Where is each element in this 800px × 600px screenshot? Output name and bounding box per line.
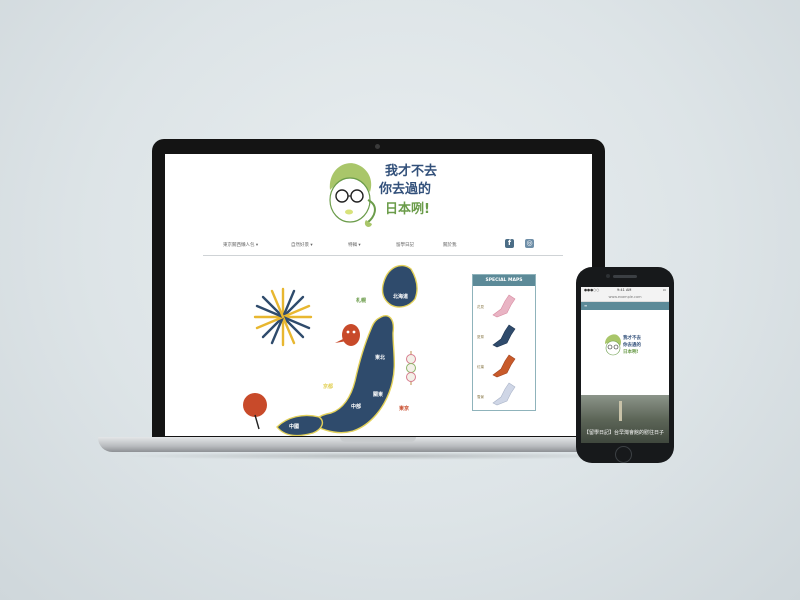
phone-home-button[interactable]	[615, 446, 632, 463]
phone-menu-bar: ≡	[581, 302, 669, 310]
map-label-tokyo[interactable]: 東京	[399, 405, 409, 412]
phone-logo-line-2: 你去過的	[623, 343, 641, 348]
phone-logo-face-icon	[605, 334, 621, 356]
status-time: 9:41 AM	[617, 288, 632, 292]
map-label-hokkaido[interactable]: 北海道	[393, 293, 408, 300]
logo-line-1: 我才不去	[385, 164, 438, 179]
logo-line-3: 日本咧!	[385, 202, 430, 217]
map-label-chubu[interactable]: 中部	[351, 403, 361, 410]
map-label-chugoku[interactable]: 中國	[289, 423, 299, 430]
japan-map-graphic	[243, 264, 418, 436]
phone-camera	[606, 274, 610, 278]
phone-article-title[interactable]: 【留學日記】台早灣會館的慰往日子	[584, 430, 666, 437]
site-logo[interactable]: 我才不去 你去過的 日本咧!	[322, 156, 442, 236]
laptop-screen: 我才不去 你去過的 日本咧! 東京關西懶人包 ▾ 自然好景 ▾ 特輯 ▾ 留學日…	[165, 154, 592, 436]
phone-mockup: ●●●○○ 9:41 AM ▭ www.example.com ≡ 我才不去 你…	[576, 267, 674, 463]
snow-map-icon[interactable]	[487, 381, 519, 407]
article-photo-object	[619, 401, 622, 421]
hamburger-menu-icon[interactable]: ≡	[584, 303, 587, 308]
phone-logo-line-1: 我才不去	[623, 336, 641, 341]
map-label-kyoto[interactable]: 京都	[323, 383, 333, 390]
map-label-kanto[interactable]: 關東	[373, 391, 383, 398]
special-maps-sidebar: SPECIAL MAPS 花見 夏祭 紅葉 雪景	[472, 274, 536, 411]
sidebar-map-label: 花見	[477, 305, 484, 309]
autumn-leaves-map-icon[interactable]	[487, 353, 519, 379]
nav-item-about[interactable]: 關於我	[443, 242, 457, 248]
logo-face-icon	[329, 163, 376, 227]
laptop-mockup: 我才不去 你去過的 日本咧! 東京關西懶人包 ▾ 自然好景 ▾ 特輯 ▾ 留學日…	[152, 139, 605, 439]
carrier-signal: ●●●○○	[584, 288, 600, 292]
sidebar-title: SPECIAL MAPS	[473, 275, 535, 286]
facebook-icon[interactable]: f	[505, 239, 514, 248]
laptop-base	[98, 437, 658, 452]
phone-screen: ●●●○○ 9:41 AM ▭ www.example.com ≡ 我才不去 你…	[581, 287, 669, 443]
summer-festival-map-icon[interactable]	[487, 323, 519, 349]
nav-item-kanto-kansai[interactable]: 東京關西懶人包 ▾	[223, 242, 258, 248]
laptop-shadow	[120, 452, 640, 460]
japan-map-illustration[interactable]: 札幌 北海道 東北 京都 中部 關東 東京 中國	[215, 259, 475, 436]
battery-icon: ▭	[662, 288, 666, 292]
laptop-camera	[375, 144, 380, 149]
instagram-icon[interactable]: ◎	[525, 239, 534, 248]
sidebar-map-label: 紅葉	[477, 365, 484, 369]
logo-line-2: 你去過的	[379, 182, 432, 197]
phone-site-logo[interactable]: 我才不去 你去過的 日本咧!	[603, 332, 649, 364]
laptop-notch	[340, 437, 416, 442]
nav-item-nature[interactable]: 自然好景 ▾	[291, 242, 313, 248]
main-nav: 東京關西懶人包 ▾ 自然好景 ▾ 特輯 ▾ 留學日記 關於我 f ◎	[203, 239, 563, 256]
status-bar: ●●●○○ 9:41 AM ▭	[581, 287, 669, 293]
sidebar-map-label: 雪景	[477, 395, 484, 399]
phone-article-card[interactable]: 【留學日記】台早灣會館的慰往日子	[581, 395, 669, 443]
sidebar-map-label: 夏祭	[477, 335, 484, 339]
url-bar[interactable]: www.example.com	[581, 293, 669, 302]
map-label-sapporo[interactable]: 札幌	[356, 297, 366, 304]
phone-speaker	[613, 275, 637, 278]
nav-item-features[interactable]: 特輯 ▾	[348, 242, 361, 248]
nav-item-study-diary[interactable]: 留學日記	[396, 242, 414, 248]
map-label-tohoku[interactable]: 東北	[375, 354, 385, 361]
phone-logo-line-3: 日本咧!	[623, 350, 639, 355]
sakura-map-icon[interactable]	[487, 293, 519, 319]
fireworks-decoration	[253, 287, 313, 347]
